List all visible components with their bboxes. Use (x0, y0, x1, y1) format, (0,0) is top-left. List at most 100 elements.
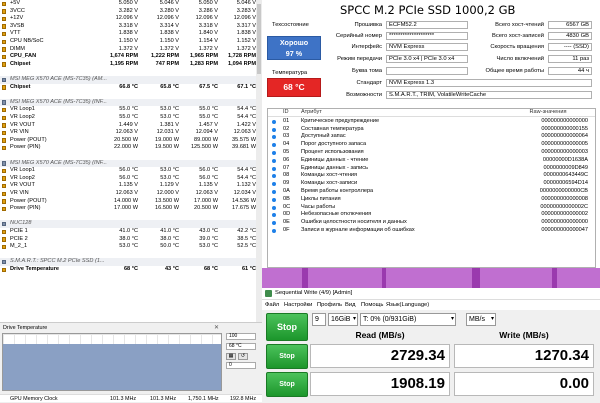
unit-select[interactable]: MB/s ▾ (466, 313, 496, 326)
sensor-icon (2, 244, 6, 250)
graph-min-field[interactable]: 0 (226, 362, 256, 369)
sensor-max: 12.063 V (195, 190, 218, 196)
smart-row[interactable]: 04 Порог доступного запаса 000000000000005 (268, 141, 595, 149)
smart-row[interactable]: 0F Записи в журнале информации об ошибках… (268, 227, 595, 235)
sensor-group-header[interactable]: S.M.A.R.T.: SPCC M.2 PCIe SSD (1... (0, 258, 262, 266)
sensor-icon (2, 39, 6, 44)
wallpaper-stripe (382, 268, 386, 288)
sensor-row[interactable]: VR Loop1 56.0 °C 53.0 °C 56.0 °C 54.4 °C (0, 167, 262, 175)
count-select[interactable]: 9 (312, 313, 326, 326)
power-on-hours-value: 44 ч (548, 67, 592, 76)
scrollbar-thumb[interactable] (257, 4, 261, 74)
reset-button[interactable]: ↺ (238, 353, 248, 360)
sensor-row[interactable]: Power (PIN) 22.000 W 19.500 W 125.500 W 39.6… (0, 144, 262, 152)
smart-raw-value: 000000000000008 (541, 195, 588, 202)
status-dot-icon (272, 182, 276, 187)
smart-row[interactable]: 01 Критическое предупреждение 000000000000… (268, 118, 595, 126)
smart-row[interactable]: 0D Небезопасные отключения 000000000000002 (268, 211, 595, 219)
menu-profile[interactable]: Профиль (317, 302, 342, 308)
menu-view[interactable]: Вид (345, 302, 356, 308)
smart-row[interactable]: 03 Доступный запас 000000000000064 (268, 133, 595, 141)
sensor-row[interactable]: PCIE 1 41.0 °C 41.0 °C 43.0 °C 42.2 °C (0, 228, 262, 236)
smart-row[interactable]: 0E Ошибки целостности носителя и данных 00… (268, 219, 595, 227)
col-attribute[interactable]: Атрибут (301, 109, 322, 117)
sensor-row[interactable]: VR VIN 12.063 V 12.031 V 12.094 V 12.063 V (0, 129, 262, 137)
smart-row[interactable]: 09 Команды хост-записи 00000006594D14 (268, 180, 595, 188)
menu-settings[interactable]: Настройки (284, 302, 312, 308)
col-id[interactable]: ID (283, 109, 289, 117)
auto-fit-button[interactable]: ▦ (226, 353, 236, 360)
smart-row[interactable]: 0B Циклы питания 000000000000008 (268, 196, 595, 204)
smart-row[interactable]: 07 Единицы данных - запись 0000000009D849 (268, 165, 595, 173)
sensor-row[interactable]: VR VOUT 1.135 V 1.129 V 1.135 V 1.132 V (0, 182, 262, 190)
smart-raw-value: 00000006594D14 (543, 180, 588, 187)
sensor-row[interactable]: VR VIN 12.063 V 12.000 V 12.063 V 12.034 V (0, 190, 262, 198)
test1-write-result: 1270.34 (454, 344, 594, 368)
sensor-icon (2, 47, 6, 52)
status-dot-icon (272, 127, 276, 132)
smart-row[interactable]: 0C Часы работы 00000000000002C (268, 204, 595, 212)
sensor-row[interactable]: CPU NB/SoC 1.150 V 1.150 V 1.154 V 1.152 V (0, 38, 262, 46)
sensor-current: 14.000 W (114, 197, 138, 204)
sensor-row[interactable]: VR Loop2 56.0 °C 53.0 °C 56.0 °C 54.4 °C (0, 175, 262, 183)
sensor-row[interactable]: VTT 1.838 V 1.838 V 1.840 V 1.838 V (0, 30, 262, 38)
sensor-row[interactable]: 3VCC 3.282 V 3.280 V 3.286 V 3.283 V (0, 8, 262, 16)
sensor-row[interactable]: Chipset 66.8 °C 65.8 °C 67.5 °C 67.1 °C (0, 84, 262, 92)
menu-file[interactable]: Файл (265, 302, 279, 308)
smart-row[interactable]: 05 Процент использования 000000000000003 (268, 149, 595, 157)
test2-write-result: 0.00 (454, 372, 594, 396)
smart-id: 06 (283, 156, 290, 163)
sensor-row[interactable]: Power (POUT) 14.000 W 13.500 W 17.000 W 14.5… (0, 198, 262, 206)
sensor-row[interactable]: Chipset 1,195 RPM 747 RPM 1,283 RPM 1,094 RP… (0, 61, 262, 69)
drive-select[interactable]: T: 0% (0/931GiB) ▾ (360, 313, 456, 326)
menu-language[interactable]: Язык(Language) (386, 302, 429, 308)
sensor-max: 53.0 °C (199, 243, 218, 250)
sensor-row[interactable]: Power (POUT) 20.500 W 19.000 W 89.000 W 35.5… (0, 137, 262, 145)
sensor-group-header[interactable]: NUC128 (0, 220, 262, 228)
smart-row[interactable]: 0A Время работы контроллера 0000000000000C… (268, 188, 595, 196)
sensor-group-header[interactable]: MSI MEG X570 ACE (MS-7C35) (INF... (0, 159, 262, 168)
close-icon[interactable]: ✕ (214, 324, 219, 331)
title-bar[interactable]: Sequential Write (4/9) [Admin] (262, 288, 600, 300)
spacer-row (0, 251, 262, 259)
sensor-row[interactable]: CPU_FAN 1,674 RPM 1,222 RPM 1,965 RPM 1,728 … (0, 53, 262, 61)
smart-attributes-table[interactable]: ID Атрибут Raw-значения 01 Критическое пр… (267, 108, 596, 268)
sensor-row[interactable]: +12V 12.096 V 12.096 V 12.096 V 12.096 V (0, 15, 262, 23)
col-raw[interactable]: Raw-значения (508, 109, 588, 117)
size-select[interactable]: 16GiB ▾ (328, 313, 358, 326)
sensor-current: 3.282 V (118, 7, 138, 14)
stop-test2-button[interactable]: Stop (266, 372, 308, 397)
temperature-label: Температура (272, 70, 308, 76)
sensor-row[interactable]: M_2_1 53.0 °C 50.0 °C 53.0 °C 52.5 °C (0, 243, 262, 251)
sensor-label: VR Loop2 (10, 174, 35, 181)
sensor-row[interactable]: VR Loop1 55.0 °C 53.0 °C 55.0 °C 54.4 °C (0, 106, 262, 114)
sensor-row[interactable]: PCIE 2 38.0 °C 38.0 °C 39.0 °C 38.5 °C (0, 236, 262, 244)
stop-all-button[interactable]: Stop (266, 313, 308, 341)
sensor-row[interactable]: +5V 5.050 V 5.046 V 5.050 V 5.046 V (0, 0, 262, 8)
stop-test1-button[interactable]: Stop (266, 344, 308, 369)
sensor-row[interactable]: VR VOUT 1.449 V 1.381 V 1.457 V 1.422 V (0, 122, 262, 130)
sensor-row[interactable]: Drive Temperature 68 °C 43 °C 68 °C 61 °C (0, 266, 262, 274)
sensor-current: 1,674 RPM (110, 53, 138, 60)
sensor-label: PCIE 2 (10, 235, 28, 242)
smart-row[interactable]: 06 Единицы данных - чтение 00000000D1638A (268, 157, 595, 165)
sensor-group-header[interactable]: MSI MEG X570 ACE (MS-7C35) (AM... (0, 76, 262, 84)
sensor-group-header[interactable]: MSI MEG X570 ACE (MS-7C35) (INF... (0, 98, 262, 107)
smart-raw-value: 00000000000002C (540, 203, 588, 210)
graph-current-field[interactable]: 68 °C (226, 343, 256, 350)
sensor-row[interactable]: 3VSB 3.318 V 3.314 V 3.318 V 3.317 V (0, 23, 262, 31)
smart-row[interactable]: 08 Команды хост-чтения 0000000643449C (268, 172, 595, 180)
sensor-max: 56.0 °C (199, 174, 218, 181)
sensor-current: 12.063 V (115, 190, 138, 196)
sensor-row[interactable]: VR Loop2 55.0 °C 53.0 °C 55.0 °C 54.4 °C (0, 114, 262, 122)
sensor-min: 3.314 V (159, 22, 179, 29)
health-status-badge[interactable]: Хорошо 97 % (267, 36, 321, 60)
sensor-icon (2, 183, 6, 189)
menu-help[interactable]: Помощь (361, 302, 383, 308)
sensor-row[interactable]: Power (PIN) 17.000 W 16.500 W 20.500 W 17.67… (0, 205, 262, 213)
sensor-icon (2, 85, 6, 90)
sensor-row[interactable]: DIMM 1.372 V 1.372 V 1.372 V 1.372 V (0, 46, 262, 54)
temperature-badge[interactable]: 68 °C (267, 78, 321, 97)
drive-letter-label: Буква тома (352, 68, 382, 74)
graph-max-field[interactable]: 100 (226, 333, 256, 340)
